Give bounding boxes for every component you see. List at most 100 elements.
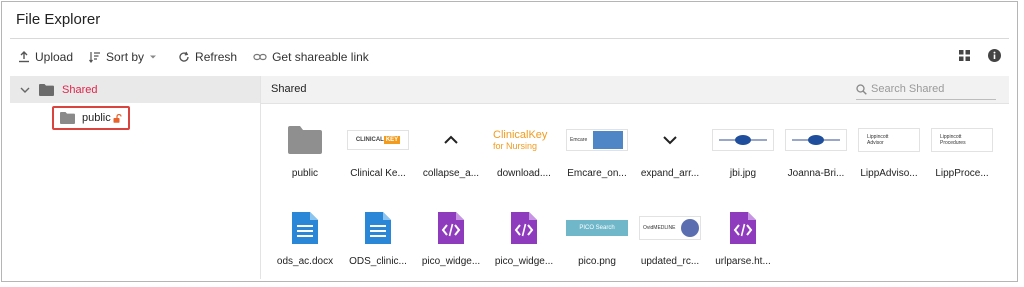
refresh-button[interactable]: Refresh bbox=[178, 50, 237, 64]
file-tile[interactable]: jbi.jpg bbox=[707, 114, 779, 186]
info-icon[interactable] bbox=[988, 49, 1001, 62]
file-name: pico_widge... bbox=[494, 256, 554, 267]
file-thumbnail bbox=[780, 114, 852, 166]
sort-by-button[interactable]: Sort by bbox=[89, 50, 162, 64]
file-thumbnail: PICO Search bbox=[561, 202, 633, 254]
tree-item-public[interactable]: public bbox=[52, 106, 130, 130]
upload-icon bbox=[19, 51, 29, 63]
file-thumbnail bbox=[707, 202, 779, 254]
document-icon bbox=[292, 212, 318, 244]
unlock-icon bbox=[113, 113, 122, 123]
tree-item-label: public bbox=[82, 112, 111, 124]
file-name: pico.png bbox=[578, 256, 616, 267]
folder-icon bbox=[288, 126, 322, 154]
file-thumbnail bbox=[634, 114, 706, 166]
caret-down-icon bbox=[150, 55, 157, 59]
file-thumbnail bbox=[415, 114, 487, 166]
file-tile[interactable]: Emcare Emcare_on... bbox=[561, 114, 633, 186]
file-thumbnail: Lippincott Advisor bbox=[853, 114, 925, 166]
image-thumbnail: OvidMEDLINE bbox=[639, 216, 701, 240]
file-name: pico_widge... bbox=[421, 256, 481, 267]
file-thumbnail: OvidMEDLINE bbox=[634, 202, 706, 254]
tree-item-label: Shared bbox=[62, 83, 98, 96]
content-header: Shared bbox=[261, 76, 1009, 104]
window-title: File Explorer bbox=[16, 11, 101, 28]
file-thumbnail: ClinicalKey for Nursing bbox=[488, 114, 560, 166]
file-thumbnail bbox=[342, 202, 414, 254]
code-file-icon bbox=[511, 212, 537, 244]
file-thumbnail bbox=[269, 114, 341, 166]
file-tile[interactable]: public bbox=[269, 114, 341, 186]
file-name: LippProce... bbox=[935, 168, 989, 179]
search-icon bbox=[856, 83, 867, 95]
file-tile[interactable]: Lippincott Advisor LippAdviso... bbox=[853, 114, 925, 186]
upload-button[interactable]: Upload bbox=[18, 50, 73, 64]
file-tile[interactable]: ClinicalKey for Nursing download.... bbox=[488, 114, 560, 186]
image-thumbnail: CLINICAL KEY bbox=[347, 130, 409, 150]
file-name: ODS_clinic... bbox=[349, 256, 407, 267]
file-name: download.... bbox=[497, 168, 551, 179]
file-tile[interactable]: pico_widge... bbox=[488, 202, 560, 274]
search-input[interactable] bbox=[871, 83, 986, 95]
file-tile[interactable]: ODS_clinic... bbox=[342, 202, 414, 274]
image-thumbnail bbox=[712, 129, 774, 151]
tree-item-shared[interactable]: Shared bbox=[10, 76, 260, 103]
grid-view-icon[interactable] bbox=[959, 50, 970, 61]
file-name: urlparse.ht... bbox=[715, 256, 771, 267]
file-thumbnail: Lippincott Procedures bbox=[926, 114, 998, 166]
file-name: jbi.jpg bbox=[729, 168, 757, 179]
file-tile[interactable]: PICO Search pico.png bbox=[561, 202, 633, 274]
breadcrumb[interactable]: Shared bbox=[271, 83, 306, 95]
file-thumbnail bbox=[269, 202, 341, 254]
file-name: Clinical Ke... bbox=[350, 168, 406, 179]
chevron-up-icon bbox=[444, 135, 458, 144]
file-tile[interactable]: expand_arr... bbox=[634, 114, 706, 186]
chevron-down-icon[interactable] bbox=[20, 86, 30, 94]
search-box bbox=[856, 79, 996, 100]
file-explorer-window: File Explorer Upload Sort by Refresh Get… bbox=[1, 1, 1018, 282]
file-name: updated_rc... bbox=[640, 256, 700, 267]
sort-by-label: Sort by bbox=[106, 50, 145, 64]
share-link-label: Get shareable link bbox=[272, 50, 369, 64]
file-tile[interactable]: collapse_a... bbox=[415, 114, 487, 186]
image-thumbnail bbox=[785, 129, 847, 151]
link-icon bbox=[253, 53, 267, 61]
navigation-pane: Shared public bbox=[10, 76, 261, 279]
image-thumbnail: Lippincott Procedures bbox=[931, 128, 993, 152]
folder-icon bbox=[39, 83, 54, 96]
file-tile[interactable]: Joanna-Bri... bbox=[780, 114, 852, 186]
image-thumbnail: Emcare bbox=[566, 129, 628, 151]
refresh-icon bbox=[179, 51, 189, 62]
file-name: LippAdviso... bbox=[860, 168, 918, 179]
image-thumbnail: Lippincott Advisor bbox=[858, 128, 920, 152]
folder-icon bbox=[60, 112, 75, 124]
file-thumbnail bbox=[707, 114, 779, 166]
image-thumbnail: ClinicalKey for Nursing bbox=[493, 129, 548, 151]
file-name: expand_arr... bbox=[640, 168, 700, 179]
file-name: public bbox=[291, 168, 319, 179]
file-thumbnail bbox=[488, 202, 560, 254]
get-shareable-link-button[interactable]: Get shareable link bbox=[253, 50, 369, 64]
file-tile[interactable]: Lippincott Procedures LippProce... bbox=[926, 114, 998, 186]
view-controls bbox=[941, 49, 1001, 62]
file-tile[interactable]: ods_ac.docx bbox=[269, 202, 341, 274]
file-tile[interactable]: urlparse.ht... bbox=[707, 202, 779, 274]
document-icon bbox=[365, 212, 391, 244]
upload-label: Upload bbox=[35, 50, 74, 64]
code-file-icon bbox=[730, 212, 756, 244]
file-name: ods_ac.docx bbox=[276, 256, 334, 267]
image-thumbnail: PICO Search bbox=[566, 220, 628, 236]
sort-icon bbox=[89, 52, 101, 63]
divider bbox=[10, 38, 1009, 39]
file-thumbnail bbox=[415, 202, 487, 254]
file-name: collapse_a... bbox=[422, 168, 480, 179]
file-name: Emcare_on... bbox=[567, 168, 627, 179]
file-tile[interactable]: OvidMEDLINE updated_rc... bbox=[634, 202, 706, 274]
file-tile[interactable]: CLINICAL KEY Clinical Ke... bbox=[342, 114, 414, 186]
file-tile[interactable]: pico_widge... bbox=[415, 202, 487, 274]
refresh-label: Refresh bbox=[195, 50, 238, 64]
file-thumbnail: Emcare bbox=[561, 114, 633, 166]
file-thumbnail: CLINICAL KEY bbox=[342, 114, 414, 166]
chevron-down-icon bbox=[663, 136, 677, 145]
toolbar: Upload Sort by Refresh Get shareable lin… bbox=[10, 40, 1009, 74]
